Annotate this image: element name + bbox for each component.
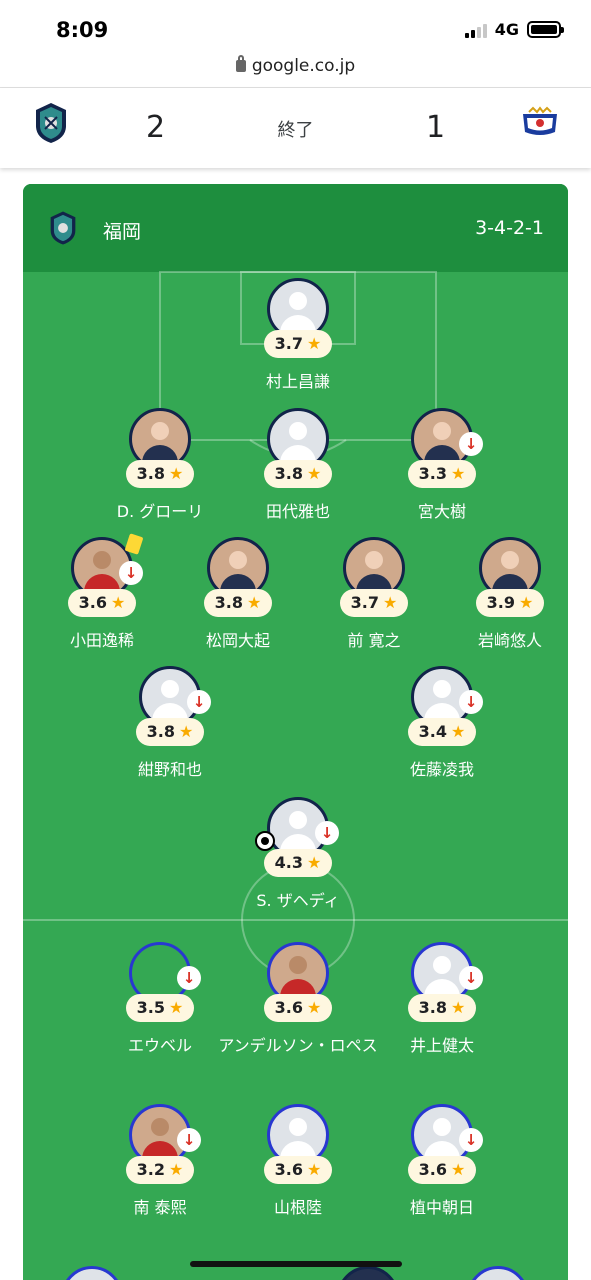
rating-value: 3.8	[136, 464, 165, 483]
rating-value: 3.8	[146, 722, 175, 741]
rating-value: 3.3	[418, 464, 447, 483]
player-rating: 3.8 ★	[204, 589, 272, 617]
star-icon: ★	[451, 1160, 466, 1179]
status-time: 8:09	[56, 18, 109, 42]
star-icon: ★	[111, 593, 126, 612]
star-icon: ★	[307, 998, 322, 1017]
player-rating: 3.8 ★	[126, 460, 194, 488]
star-icon: ★	[383, 593, 398, 612]
signal-icon	[464, 22, 487, 38]
star-icon: ★	[519, 593, 534, 612]
rating-value: 3.6	[274, 998, 303, 1017]
player-rating: 3.6 ★	[68, 589, 136, 617]
address-bar[interactable]: google.co.jp	[0, 55, 591, 76]
star-icon: ★	[451, 464, 466, 483]
network-label: 4G	[494, 20, 519, 39]
player-name: 紺野和也	[137, 760, 202, 779]
player-rating: 3.9 ★	[476, 589, 544, 617]
player-name: S. ザヘディ	[256, 891, 340, 910]
sub-out-icon: ↓	[459, 432, 483, 456]
player-rating: 3.7 ★	[340, 589, 408, 617]
star-icon: ★	[169, 464, 184, 483]
rating-value: 3.7	[350, 593, 379, 612]
rating-value: 3.7	[274, 334, 303, 353]
player-name: 宮大樹	[417, 502, 466, 521]
status-icons: 4G	[464, 20, 564, 39]
rating-value: 3.8	[214, 593, 243, 612]
star-icon: ★	[451, 722, 466, 741]
rating-value: 3.2	[136, 1160, 165, 1179]
player-name: 植中朝日	[409, 1198, 474, 1217]
rating-value: 4.3	[274, 853, 303, 872]
sub-out-icon: ↓	[177, 966, 201, 990]
yokohama-fmarinos-crest-icon	[523, 106, 557, 135]
player-rating: 3.6 ★	[264, 1156, 332, 1184]
player-rating: 3.6 ★	[408, 1156, 476, 1184]
sub-out-icon: ↓	[187, 690, 211, 714]
star-icon: ★	[307, 464, 322, 483]
rating-value: 3.6	[274, 1160, 303, 1179]
player-rating: 4.3 ★	[264, 849, 332, 877]
rating-value: 3.6	[78, 593, 107, 612]
rating-value: 3.8	[418, 998, 447, 1017]
lineup-pitch: 福岡 3-4-2-1 3.7 ★ 村上昌謙 3.8 ★ D. グローリ 3.8 ★ 田代雅也 ↓ 3…	[23, 184, 568, 1280]
rating-value: 3.6	[418, 1160, 447, 1179]
rating-value: 3.5	[136, 998, 165, 1017]
player-rating: 3.2 ★	[126, 1156, 194, 1184]
player-name: 村上昌謙	[265, 372, 330, 391]
star-icon: ★	[247, 593, 262, 612]
lock-icon	[235, 55, 246, 72]
sub-out-icon: ↓	[315, 821, 339, 845]
star-icon: ★	[307, 853, 322, 872]
sub-out-icon: ↓	[119, 561, 143, 585]
player-rating: 3.7 ★	[264, 330, 332, 358]
star-icon: ★	[307, 1160, 322, 1179]
player-rating: 3.3 ★	[408, 460, 476, 488]
player-rating: 3.8 ★	[408, 994, 476, 1022]
score-header[interactable]: 2 終了 1	[0, 88, 591, 168]
sub-out-icon: ↓	[177, 1128, 201, 1152]
player-rating: 3.5 ★	[126, 994, 194, 1022]
url-text: google.co.jp	[251, 56, 356, 76]
star-icon: ★	[451, 998, 466, 1017]
battery-icon	[527, 21, 564, 38]
star-icon: ★	[307, 334, 322, 353]
player-rating: 3.4 ★	[408, 718, 476, 746]
soccer-ball-icon	[255, 831, 275, 851]
rating-value: 3.4	[418, 722, 447, 741]
player-rating: 3.6 ★	[264, 994, 332, 1022]
player-name: 井上健太	[409, 1036, 474, 1055]
away-score: 1	[426, 110, 446, 145]
star-icon: ★	[169, 1160, 184, 1179]
rating-value: 3.9	[486, 593, 515, 612]
star-icon: ★	[169, 998, 184, 1017]
player-rating: 3.8 ★	[264, 460, 332, 488]
sub-out-icon: ↓	[459, 1128, 483, 1152]
screen: { "status_bar": { "time": "8:09", "netwo…	[0, 0, 591, 1280]
rating-value: 3.8	[274, 464, 303, 483]
sub-out-icon: ↓	[459, 966, 483, 990]
match-status: 終了	[277, 120, 314, 141]
player-name: 岩崎悠人	[477, 631, 542, 650]
star-icon: ★	[179, 722, 194, 741]
player-rating: 3.8 ★	[136, 718, 204, 746]
sub-out-icon: ↓	[459, 690, 483, 714]
player-name: 佐藤凌我	[409, 760, 474, 779]
home-indicator	[190, 1261, 402, 1267]
